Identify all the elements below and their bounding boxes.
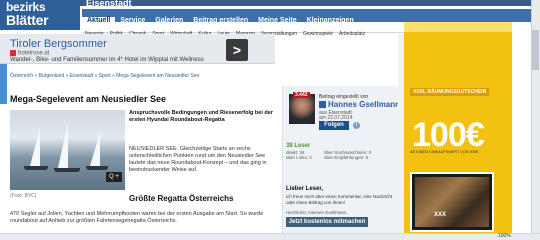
reader-stats-left: direkt: 34 über Links: 2 xyxy=(286,150,312,160)
subnav-arbeitsplatz[interactable]: Arbeitsplatz xyxy=(336,31,368,41)
author-name-link[interactable]: Hannes Gsellmann xyxy=(319,100,400,109)
ad-tv-image xyxy=(415,177,489,227)
sail-shape xyxy=(30,128,40,166)
stat-links: über Links: 2 xyxy=(286,155,312,160)
ad-tv-frame: XXX xyxy=(410,172,494,232)
right-ad-banner[interactable]: XXXL RÄUMUNGSGUTSCHEIN 100€ AB EINEM EIN… xyxy=(404,22,512,240)
boat-hull xyxy=(24,166,48,170)
avatar[interactable] xyxy=(289,94,315,124)
stat-recommendations: über Empfehlungen: 0 xyxy=(324,155,369,160)
status-bar xyxy=(0,233,540,240)
cta-title: Lieber Leser, xyxy=(286,186,324,192)
article-body: NEUSIEDLER SEE. Gleichzeitige Starts an … xyxy=(129,146,267,173)
article-intro: Anspruchsvolle Bedingungen und Riesenerf… xyxy=(129,110,273,123)
ad-description: Wander-, Bike- und Familiensommer im 4* … xyxy=(10,57,204,63)
cta-text: ich freue mich über einen Kommentar, ein… xyxy=(286,194,393,205)
follow-button[interactable]: Folgen xyxy=(319,121,349,130)
ad-tv-logo: XXX xyxy=(434,212,447,218)
photo-zoom-button[interactable]: Q + xyxy=(106,172,122,182)
cta-signature: Herzlichst, Hannes Gsellmann xyxy=(286,210,347,215)
ad-next-arrow-icon[interactable]: > xyxy=(226,39,248,61)
browser-page: bezirks Blätter Eisenstadt Aktuell Servic… xyxy=(0,0,540,240)
ad-title: Tiroler Bergsommer xyxy=(10,38,107,50)
scrollbar-thumb[interactable] xyxy=(532,30,539,70)
article-bottom-text: 470 Segler auf Jollen, Yachten und Mehrr… xyxy=(10,211,264,224)
join-button[interactable]: Jetzt kostenlos mitmachen xyxy=(286,217,368,227)
article-subheadline: Größte Regatta Österreichs xyxy=(129,194,234,203)
boat-hull xyxy=(86,166,108,170)
article-headline: Mega-Segelevent am Neusiedler See xyxy=(10,94,167,104)
secondary-nav: NeuestePolitikChronikSportWirtschaftKult… xyxy=(82,22,404,37)
ad-favicon-icon xyxy=(10,50,16,56)
ad-brand-label: XXXL RÄUMUNGSGUTSCHEIN xyxy=(410,88,490,96)
logo-line2: Blätter xyxy=(6,12,49,28)
breadcrumb[interactable]: Österreich » Burgenland » Eisenstadt » S… xyxy=(10,73,199,79)
photo-credit: (Foto: BYC) xyxy=(10,193,37,199)
boat-hull xyxy=(54,168,80,172)
ad-url: hotelrose.at xyxy=(10,50,49,57)
subnav-gewinnspiele[interactable]: Gewinnspiele xyxy=(300,31,336,41)
sail-shape xyxy=(58,122,68,168)
primary-nav: Aktuell Service Galerien Beitrag erstellen M… xyxy=(82,9,540,30)
ad-url-text: hotelrose.at xyxy=(18,50,50,57)
region-name: Eisenstadt xyxy=(86,0,132,8)
points-badge: 3.442 xyxy=(293,92,310,98)
reader-stats-right: über Suchmaschinen: 0 über Empfehlungen:… xyxy=(324,150,371,160)
feedback-tab[interactable] xyxy=(0,64,7,104)
sail-shape xyxy=(90,132,100,166)
reader-count: 38 Leser xyxy=(286,143,311,149)
zoom-level[interactable]: 100% xyxy=(498,233,511,240)
info-icon[interactable]: i xyxy=(353,122,360,129)
ad-top-strip xyxy=(404,22,512,32)
ad-fine-print: AB EINEM EINKAUFSWERT VON 500€ xyxy=(410,150,479,154)
site-logo[interactable]: bezirks Blätter xyxy=(0,0,80,30)
top-strip xyxy=(0,0,540,6)
